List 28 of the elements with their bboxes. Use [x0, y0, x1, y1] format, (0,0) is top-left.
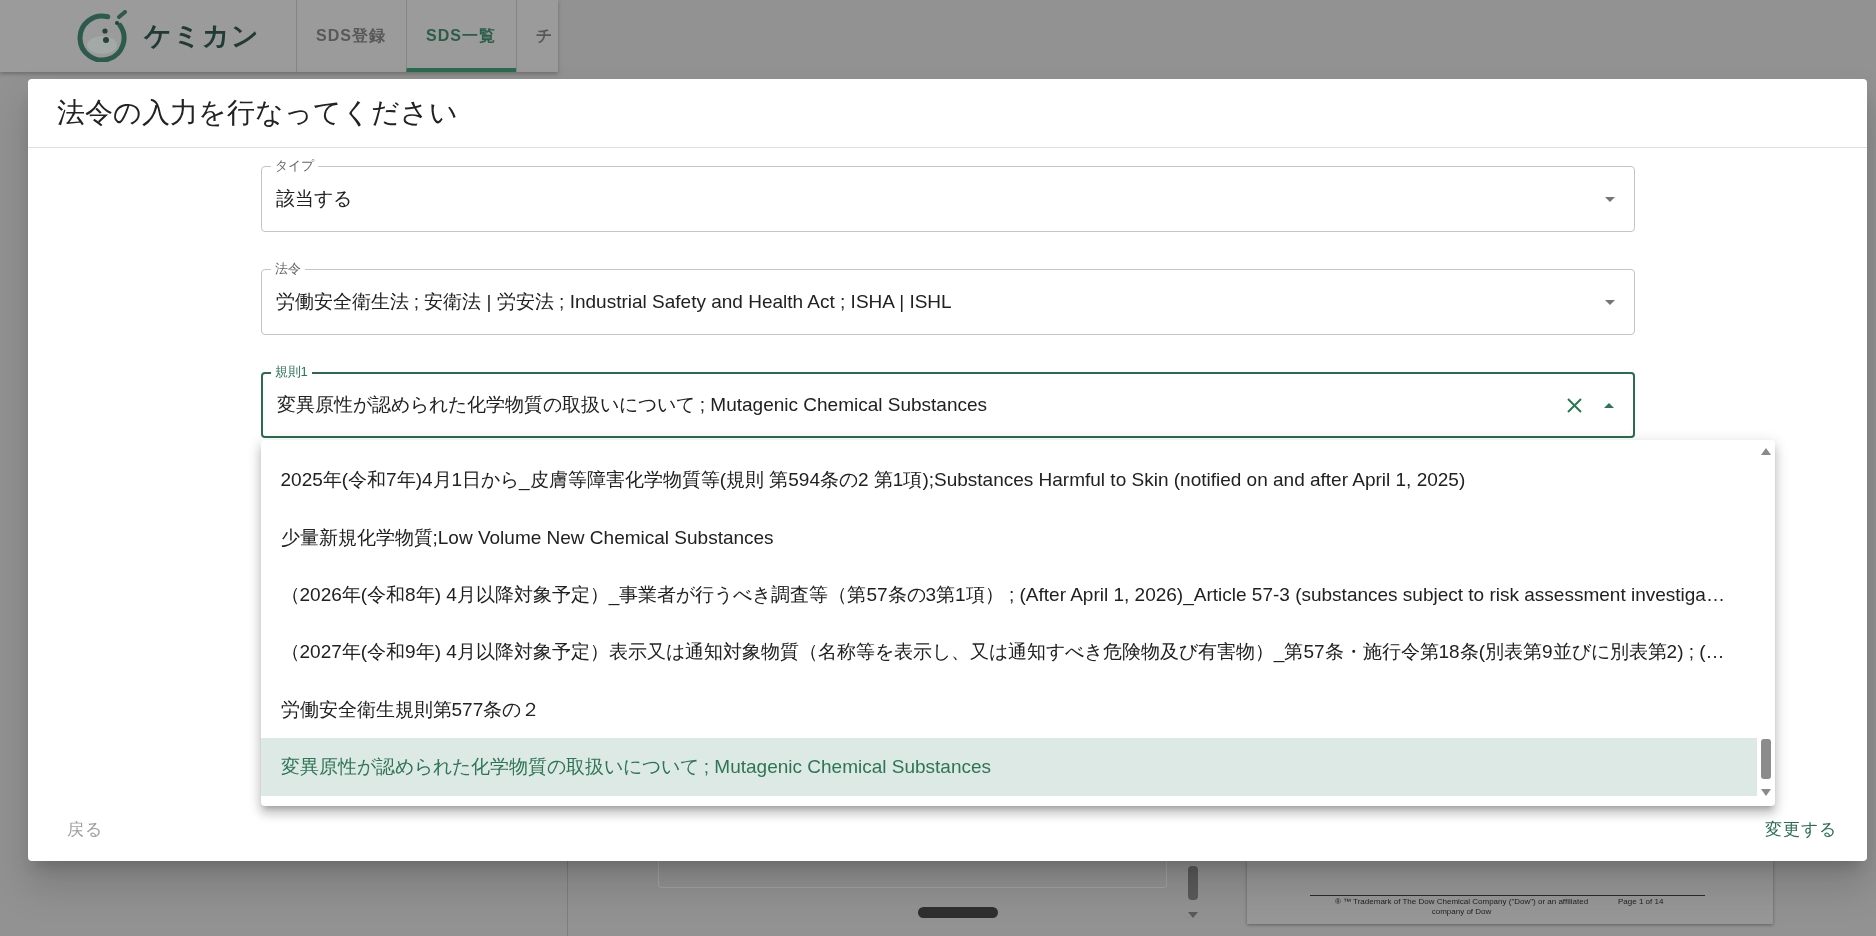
- scroll-down-arrow-icon[interactable]: [1760, 789, 1771, 796]
- field-label: タイプ: [270, 157, 318, 174]
- submit-button[interactable]: 変更する: [1757, 811, 1845, 849]
- scroll-down-arrow-icon[interactable]: [1188, 912, 1198, 918]
- dropdown-option[interactable]: 2025年(令和7年)4月1日から_皮膚等障害化学物質等(規則 第594条の2 第1項);Substances Harmful to Skin (notified on and after April 1, 2025): [260, 452, 1757, 510]
- dropdown-caret-icon[interactable]: [1603, 402, 1614, 408]
- clear-icon[interactable]: [1566, 397, 1582, 413]
- field-value: 変異原性が認められた化学物質の取扱いについて ; Mutagenic Chemical Substances: [276, 392, 989, 417]
- dropdown-option[interactable]: （2026年(令和8年) 4月以降対象予定）_事業者が行うべき調査等（第57条の3第1項） ; (After April 1, 2026)_Article 57-3 (substances subject to risk assessment investiga…: [260, 566, 1757, 624]
- field-label: 法令: [270, 260, 305, 277]
- dropdown-option[interactable]: 労働安全衛生規則第577条の２: [260, 681, 1757, 739]
- dropdown-option[interactable]: 変異原性が認められた化学物質の取扱いについて ; Mutagenic Chemical Substances: [260, 738, 1757, 796]
- field-value: 労働安全衛生法 ; 安衛法 | 労安法 ; Industrial Safety and Health Act ; ISHA | ISHL: [275, 289, 953, 314]
- field-value: 該当する: [275, 186, 353, 211]
- dropdown-caret-icon[interactable]: [1604, 196, 1615, 202]
- dropdown-option[interactable]: 少量新規化学物質;Low Volume New Chemical Substances: [260, 509, 1757, 567]
- dropdown-option[interactable]: （2027年(令和9年) 4月以降対象予定）表示又は通知対象物質（名称等を表示し、又は通知すべき危険物及び有害物）_第57条・施行令第18条(別表第9並びに別表第2) ; (…: [260, 623, 1757, 682]
- dialog-title: 法令の入力を行なってください: [57, 96, 458, 130]
- scroll-handle[interactable]: [918, 907, 998, 918]
- page-number: Page 1 of 14: [1618, 897, 1664, 907]
- dropdown-caret-icon[interactable]: [1604, 299, 1615, 305]
- scrollbar-thumb[interactable]: [1760, 739, 1771, 779]
- logo-text: ケミカン: [144, 19, 260, 53]
- scrollbar-thumb[interactable]: [1188, 866, 1198, 900]
- field-label: 規則1: [270, 363, 312, 380]
- trademark-text: ® ™ Trademark of The Dow Chemical Company ("Dow") or an affiliated company of Dow: [1333, 897, 1590, 917]
- logo-icon: [76, 10, 128, 62]
- scroll-up-arrow-icon[interactable]: [1760, 448, 1771, 455]
